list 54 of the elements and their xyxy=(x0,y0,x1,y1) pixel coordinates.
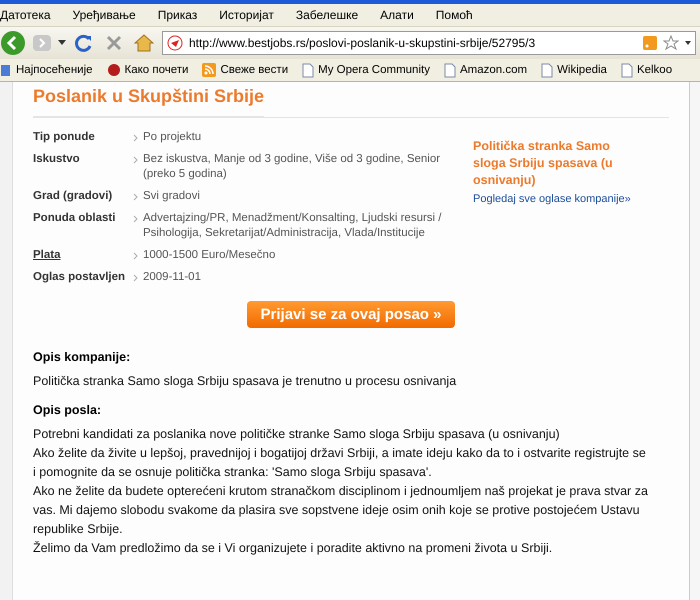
scrollbar-track[interactable] xyxy=(689,82,700,600)
field-value: Svi gradovi xyxy=(143,189,200,204)
field-label: Iskustvo xyxy=(33,152,81,167)
field-value: Advertajzing/PR, Menadžment/Konsalting, Ljudski resursi / Psihologija, Sekretarijat/Administracija, Vlada/Institucije xyxy=(143,211,443,241)
menu-item[interactable]: Датотека xyxy=(0,8,51,22)
bookmark-link[interactable]: Wikipedia xyxy=(541,62,607,78)
job-title: Poslanik u Skupštini Srbije xyxy=(33,86,264,117)
address-field[interactable]: http://www.bestjobs.rs/poslovi-poslanik-u-skupstini-srbije/52795/3 xyxy=(162,31,696,55)
page-icon xyxy=(302,62,314,78)
paragraph: Ako želite da živite u lepšoj, pravednijoj i bogatijoj državi Srbiji, a imate ideju kako da to i ostvarite registrujte se i pomognite da se osnuje politička stranka: 'Samo sloga Srbiju spasava'. xyxy=(33,445,647,481)
feed-icon xyxy=(202,63,216,77)
bookmark-link[interactable]: My Opera Community xyxy=(302,62,430,78)
field-label: Grad (gradovi) xyxy=(33,189,114,204)
stop-icon[interactable] xyxy=(105,34,123,52)
paragraph: Želimo da Vam predložimo da se i Vi organizujete i poradite aktivno na promeni života u Srbiji. xyxy=(33,540,554,557)
menu-item[interactable]: Историјат xyxy=(219,8,274,22)
star-icon[interactable] xyxy=(663,35,679,51)
page-icon xyxy=(620,62,633,78)
menu-item[interactable]: Алати xyxy=(380,8,414,22)
paragraph: Politička stranka Samo sloga Srbiju spasava je trenutno u procesu osnivanja xyxy=(33,373,458,390)
dropdown-icon[interactable] xyxy=(685,41,691,45)
reload-icon[interactable] xyxy=(75,34,93,52)
bookmark-link[interactable]: Најпосећеније xyxy=(0,63,93,77)
bookmarks-icon xyxy=(0,63,12,77)
home-icon[interactable] xyxy=(134,34,154,52)
dropdown-icon[interactable] xyxy=(58,40,66,46)
field-label-link[interactable]: Plata xyxy=(33,248,133,263)
menu-item[interactable]: Забелешке xyxy=(296,8,358,22)
field-label: Tip ponude xyxy=(33,130,96,145)
field-value: 1000-1500 Euro/Mesečno xyxy=(143,248,276,263)
bug-icon xyxy=(106,63,121,77)
field-label: Ponuda oblasti xyxy=(33,211,116,226)
menu-item[interactable]: Уређивање xyxy=(72,8,136,22)
paragraph: Ako ne želite da budete opterećeni krutom stranačkom disciplinom i jednoumljem naš projekat je prava stvar za vas. Mi dajemo slobodu svakome da plasira sve sopstvene ideje osim onih koje se protive postojećem Ustavu republike Srbije. xyxy=(33,483,649,538)
bookmark-link[interactable]: Amazon.com xyxy=(444,62,528,78)
menu-item[interactable]: Приказ xyxy=(158,8,198,22)
company-ads-link[interactable]: Pogledaj sve oglase kompanije» xyxy=(473,193,643,205)
field-label: Oglas postavljen xyxy=(33,270,126,285)
company-name: Politička stranka Samo sloga Srbiju spasava (u osnivanju) xyxy=(473,138,614,189)
page-icon xyxy=(444,62,456,78)
site-icon xyxy=(167,35,183,51)
section-heading: Opis kompanije: xyxy=(33,350,132,364)
back-icon[interactable] xyxy=(0,30,26,56)
bookmark-link[interactable]: Како почети xyxy=(106,63,188,77)
field-value: Po projektu xyxy=(143,130,202,145)
field-value: 2009-11-01 xyxy=(143,270,201,285)
feed-icon[interactable] xyxy=(643,36,657,50)
paragraph: Potrebni kandidati za poslanika nove političke stranke Samo sloga Srbiju spasava (u osnivanju) xyxy=(33,426,561,443)
bookmark-link[interactable]: Свеже вести xyxy=(202,63,288,77)
field-value: Bez iskustva, Manje od 3 godine, Više od 3 godine, Senior (preko 5 godina) xyxy=(143,152,442,182)
menu-item[interactable]: Помоћ xyxy=(436,8,473,22)
page-icon xyxy=(541,62,554,78)
bookmark-link[interactable]: Kelkoo xyxy=(620,62,672,78)
section-heading: Opis posla: xyxy=(33,403,102,417)
